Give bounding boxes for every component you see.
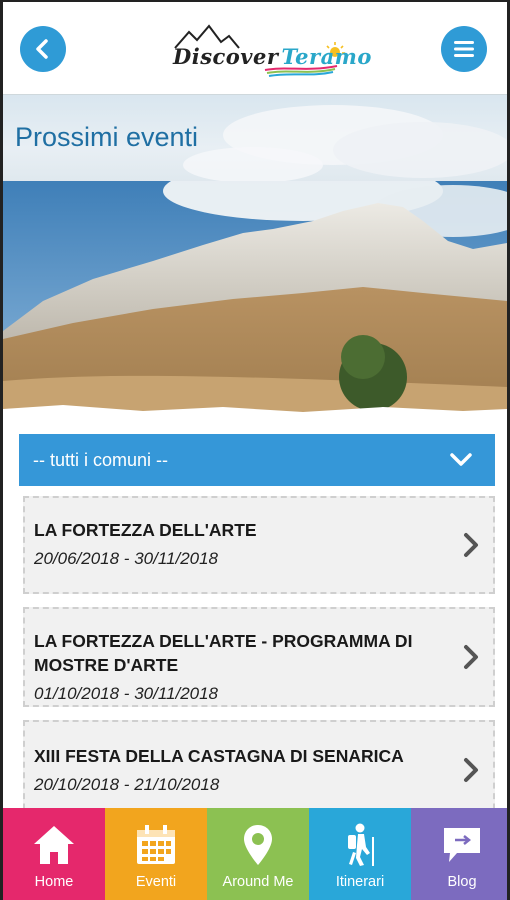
chevron-left-icon — [36, 39, 48, 59]
event-title: XIII FESTA DELLA CASTAGNA DI SENARICA — [34, 746, 404, 766]
comune-filter-dropdown[interactable]: -- tutti i comuni -- — [19, 434, 495, 486]
nav-itinerari[interactable]: Itinerari — [309, 808, 411, 900]
nav-eventi-label: Eventi — [135, 874, 177, 890]
bottom-navigation: Home Eventi Around Me Itinerari Blog — [3, 808, 507, 900]
discover-teramo-logo[interactable]: Discover Teramo — [167, 22, 371, 78]
home-icon — [32, 822, 76, 868]
nav-around-me-label: Around Me — [222, 874, 294, 890]
calendar-icon — [135, 822, 177, 868]
app-screen: Discover Teramo Prossimi eventi -- tutti… — [0, 0, 510, 900]
event-item[interactable]: XIII FESTA DELLA CASTAGNA DI SENARICA 20… — [23, 720, 495, 820]
nav-blog-label: Blog — [447, 874, 477, 890]
hamburger-menu-icon — [454, 41, 474, 57]
event-item[interactable]: LA FORTEZZA DELL'ARTE - PROGRAMMA DI MOS… — [23, 607, 495, 707]
logo-text: Discover Teramo — [173, 44, 372, 69]
nav-home[interactable]: Home — [3, 808, 105, 900]
event-item[interactable]: LA FORTEZZA DELL'ARTE 20/06/2018 - 30/11… — [23, 496, 495, 594]
event-title: LA FORTEZZA DELL'ARTE - PROGRAMMA DI MOS… — [34, 631, 413, 675]
hero-sky: Prossimi eventi — [3, 95, 507, 183]
event-dates: 01/10/2018 - 30/11/2018 — [34, 684, 219, 703]
location-pin-icon — [242, 822, 274, 868]
page-title: Prossimi eventi — [15, 122, 199, 152]
logo-word-discover: Discover — [173, 44, 279, 69]
chevron-down-icon — [450, 453, 472, 466]
back-button[interactable] — [20, 26, 66, 72]
hero-banner: Prossimi eventi — [3, 95, 507, 417]
nav-around-me[interactable]: Around Me — [207, 808, 309, 900]
chat-bubble-icon — [441, 822, 483, 868]
event-title: LA FORTEZZA DELL'ARTE — [34, 520, 257, 540]
event-dates: 20/06/2018 - 30/11/2018 — [34, 549, 219, 568]
nav-blog[interactable]: Blog — [411, 808, 507, 900]
mountain-landscape-image — [3, 181, 507, 417]
chevron-right-icon — [464, 645, 478, 669]
chevron-right-icon — [464, 533, 478, 557]
event-dates: 20/10/2018 - 21/10/2018 — [34, 775, 220, 794]
app-header: Discover Teramo — [3, 2, 507, 95]
nav-home-label: Home — [34, 874, 74, 890]
nav-eventi[interactable]: Eventi — [105, 808, 207, 900]
nav-itinerari-label: Itinerari — [335, 874, 385, 890]
comune-filter-value: -- tutti i comuni -- — [33, 449, 169, 470]
hiker-icon — [342, 822, 378, 868]
logo-word-teramo: Teramo — [281, 44, 372, 69]
menu-button[interactable] — [441, 26, 487, 72]
chevron-right-icon — [464, 758, 478, 782]
